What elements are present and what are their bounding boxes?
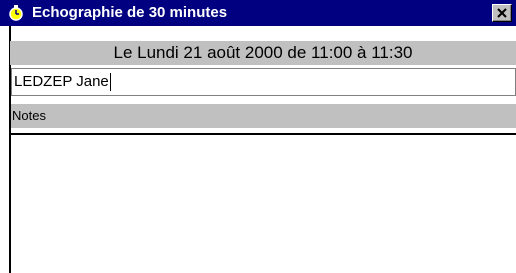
patient-name-value: LEDZEP Jane — [14, 73, 109, 90]
appointment-date-header: Le Lundi 21 août 2000 de 11:00 à 11:30 — [10, 41, 516, 65]
clock-icon — [8, 5, 24, 21]
notes-label: Notes — [11, 104, 516, 128]
appointment-window: Echographie de 30 minutes Le Lundi 21 ao… — [0, 0, 516, 273]
notes-textarea[interactable] — [11, 133, 516, 273]
window-title: Echographie de 30 minutes — [32, 4, 228, 21]
close-icon — [497, 8, 507, 18]
patient-name-field[interactable]: LEDZEP Jane — [11, 68, 516, 96]
close-button[interactable] — [492, 4, 512, 22]
title-bar[interactable]: Echographie de 30 minutes — [0, 0, 516, 26]
text-caret — [109, 73, 111, 92]
